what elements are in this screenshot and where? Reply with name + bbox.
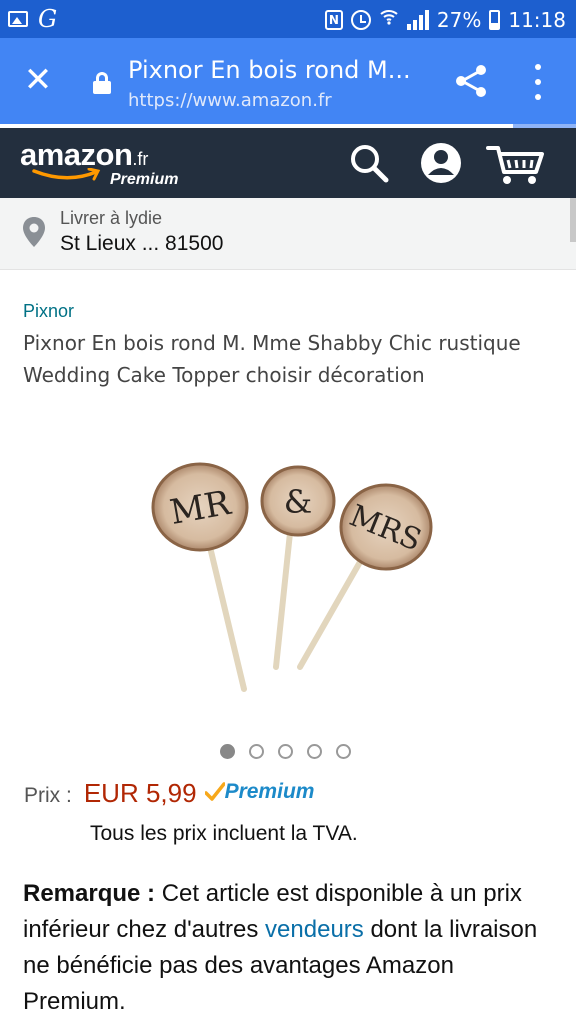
price-label: Prix : — [24, 784, 72, 807]
logo-tld: .fr — [132, 149, 149, 169]
amazon-smile-icon — [32, 168, 101, 181]
lock-icon — [93, 72, 111, 94]
remark-label: Remarque : — [23, 880, 156, 907]
delivery-recipient: Livrer à lydie — [60, 208, 163, 228]
close-icon[interactable]: ✕ — [20, 62, 56, 98]
remark-note: Remarque : Cet article est disponible à … — [23, 876, 558, 1020]
delivery-address: St Lieux ... 81500 — [60, 232, 224, 255]
delivery-location-bar[interactable]: Livrer à lydie St Lieux ... 81500 — [0, 198, 576, 270]
battery-percent: 27% — [436, 8, 482, 32]
status-bar: G N 27% 11:18 — [0, 0, 576, 38]
product-title-line-2: Wedding Cake Topper choisir décoration — [23, 363, 425, 387]
amazon-header: amazon.fr Premium — [0, 128, 576, 198]
status-bar-right: N 27% 11:18 — [324, 6, 566, 34]
search-icon[interactable] — [348, 142, 390, 184]
location-pin-icon — [23, 217, 45, 247]
price-row: Prix : EUR 5,99 Premium — [24, 778, 314, 809]
image-icon — [8, 11, 28, 27]
price-value: EUR 5,99 — [83, 778, 197, 808]
scrollbar[interactable] — [570, 198, 576, 242]
g-notification-icon: G — [38, 5, 58, 33]
logo-tagline: Premium — [110, 171, 179, 188]
alarm-icon — [350, 10, 371, 30]
carousel-dot[interactable] — [249, 744, 264, 759]
prime-label: Premium — [224, 780, 315, 803]
vat-note: Tous les prix incluent la TVA. — [90, 822, 358, 845]
product-title: Pixnor En bois rond M. Mme Shabby Chic r… — [23, 327, 553, 391]
amazon-logo[interactable]: amazon.fr Premium — [20, 137, 178, 189]
status-bar-left: G — [8, 6, 57, 32]
image-carousel-dots[interactable] — [220, 744, 351, 759]
prime-badge: Premium — [204, 780, 315, 804]
overflow-menu-icon[interactable] — [528, 64, 548, 100]
signal-icon — [406, 10, 429, 30]
share-icon[interactable] — [452, 62, 490, 100]
page-url[interactable]: https://www.amazon.fr — [128, 90, 332, 112]
battery-icon — [489, 10, 501, 30]
nfc-icon: N — [324, 10, 343, 30]
cart-icon[interactable] — [486, 142, 548, 188]
carousel-dot[interactable] — [278, 744, 293, 759]
logo-word: amazon — [20, 137, 133, 172]
carousel-dot[interactable] — [307, 744, 322, 759]
account-icon[interactable] — [419, 141, 463, 185]
brand-link[interactable]: Pixnor — [23, 301, 74, 322]
page-title[interactable]: Pixnor En bois rond M... — [128, 54, 428, 86]
browser-toolbar: ✕ Pixnor En bois rond M... https://www.a… — [0, 38, 576, 128]
carousel-dot[interactable] — [336, 744, 351, 759]
product-image[interactable]: MR & MRS — [140, 455, 440, 700]
carousel-dot[interactable] — [220, 744, 235, 759]
image-label-and: & — [284, 483, 312, 521]
product-title-line-1: Pixnor En bois rond M. Mme Shabby Chic r… — [23, 331, 521, 355]
prime-check-icon — [204, 782, 225, 801]
clock: 11:18 — [508, 8, 566, 32]
sellers-link[interactable]: vendeurs — [265, 916, 364, 943]
wifi-icon — [379, 6, 399, 34]
